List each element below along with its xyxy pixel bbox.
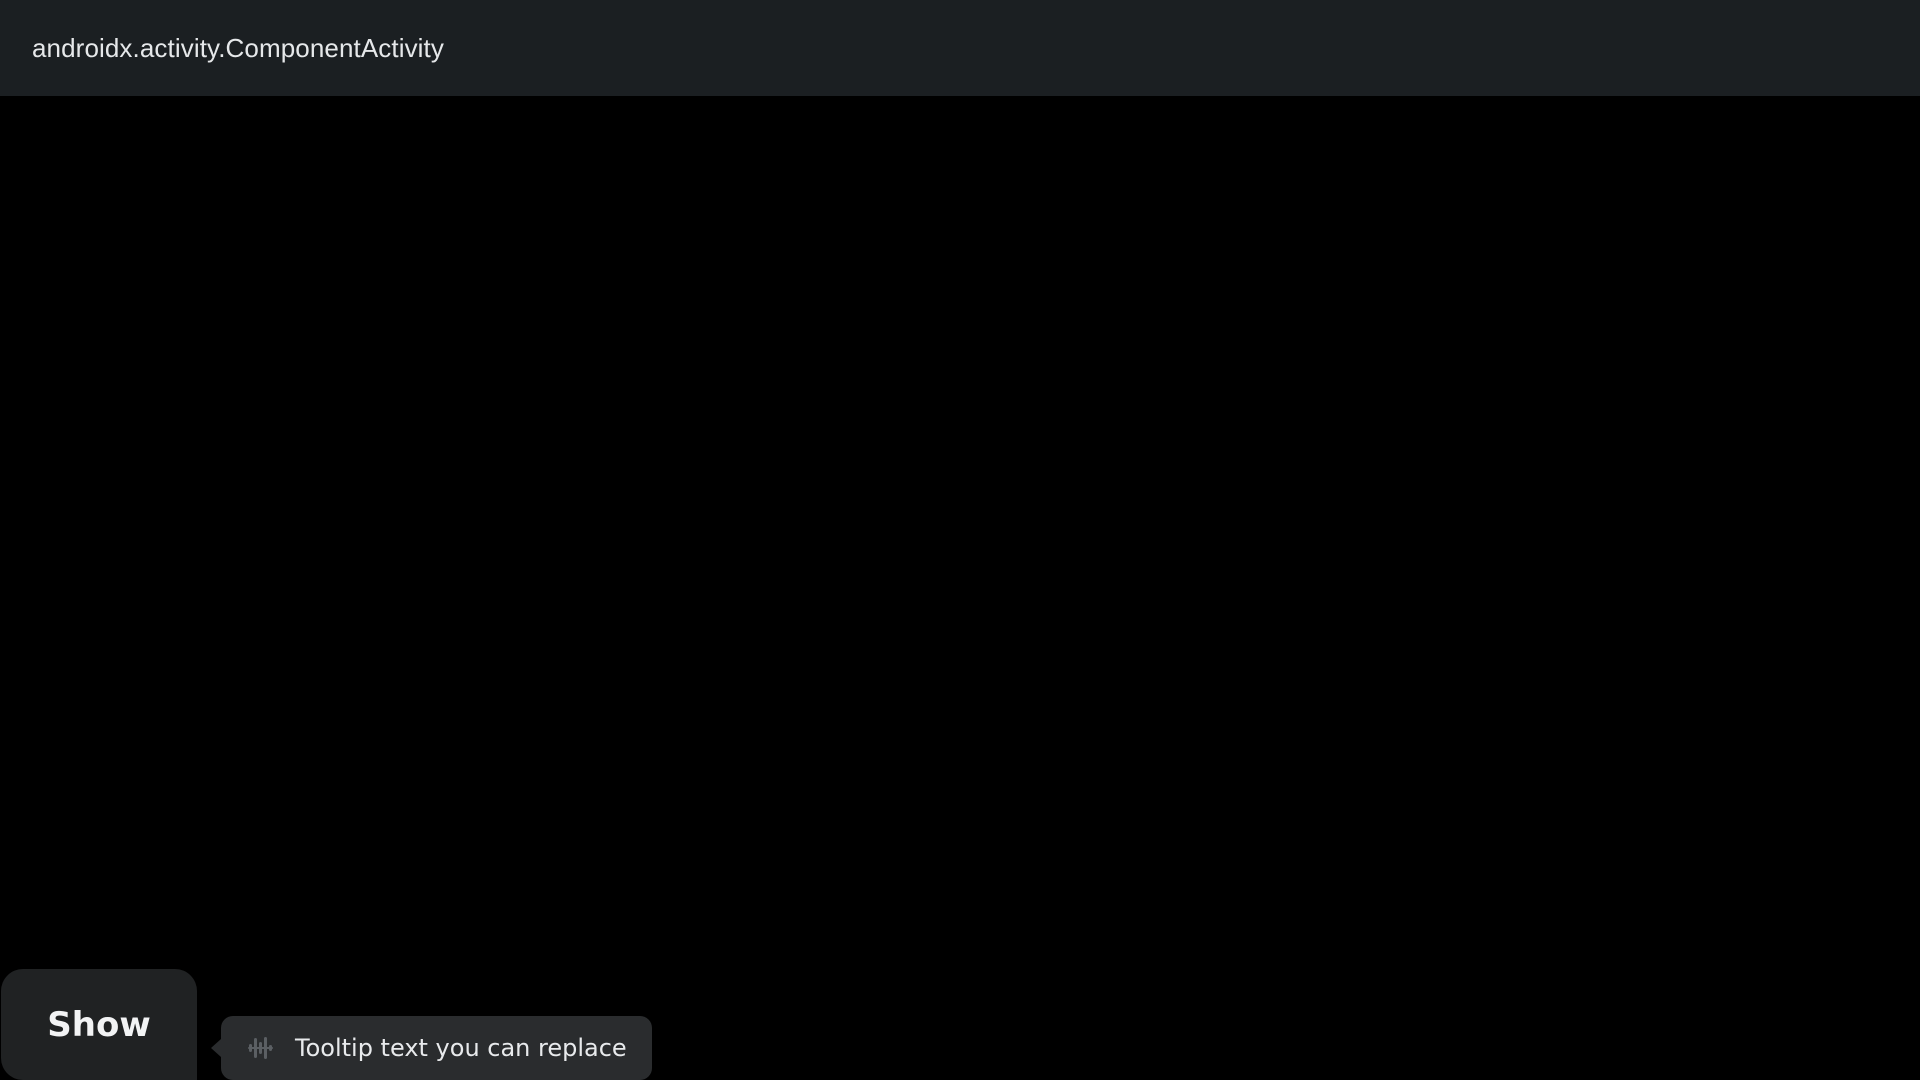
tooltip: Tooltip text you can replace <box>211 1016 652 1080</box>
show-button[interactable]: Show <box>1 969 197 1080</box>
tooltip-text: Tooltip text you can replace <box>295 1034 627 1062</box>
content-area <box>0 96 1920 1080</box>
sparkle-waveform-icon <box>245 1033 275 1063</box>
tooltip-caret <box>211 1039 221 1057</box>
app-bar: androidx.activity.ComponentActivity <box>0 0 1920 96</box>
app-title: androidx.activity.ComponentActivity <box>32 32 444 63</box>
